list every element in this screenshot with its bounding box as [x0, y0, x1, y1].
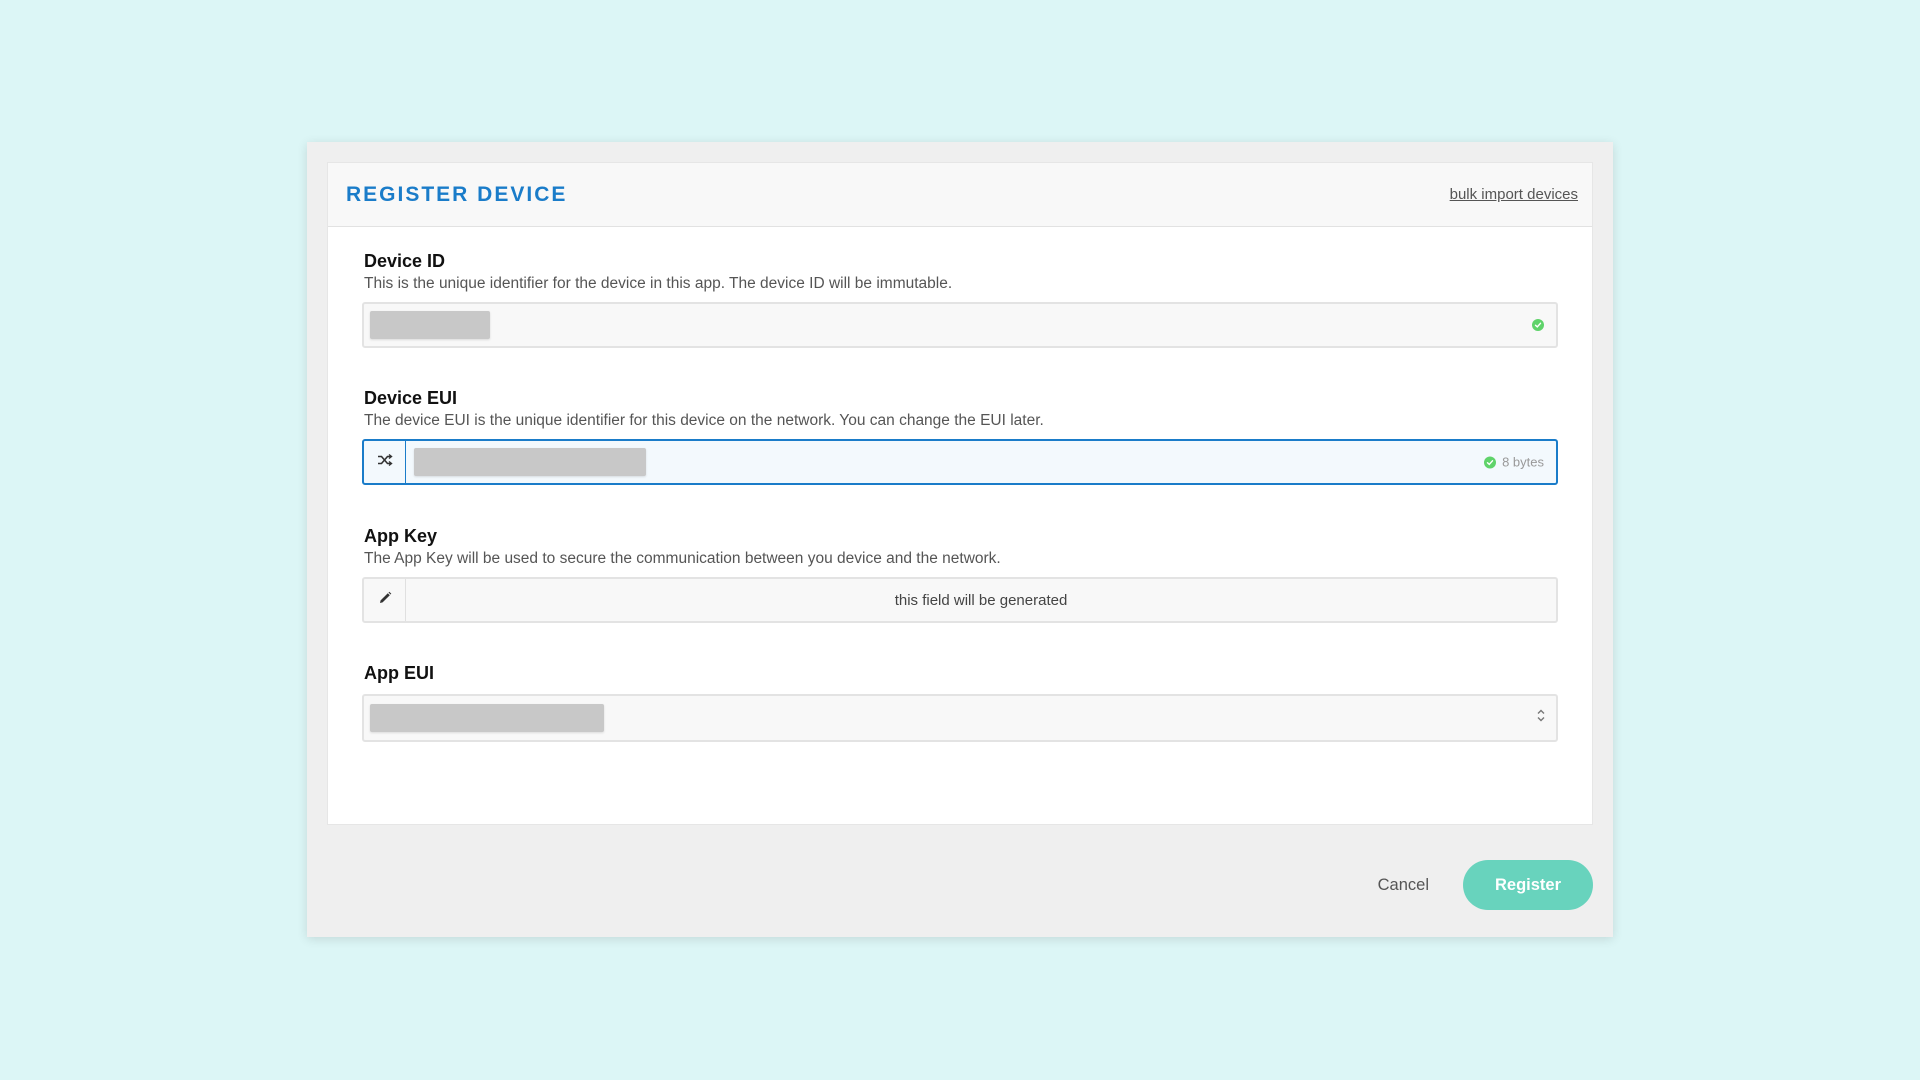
app-eui-field: App EUI: [362, 663, 1558, 742]
randomize-eui-button[interactable]: [364, 441, 406, 483]
app-eui-select[interactable]: [362, 694, 1558, 742]
byte-size-hint: 8 bytes: [1502, 454, 1544, 470]
device-id-field: Device ID This is the unique identifier …: [362, 251, 1558, 348]
device-eui-input[interactable]: 8 bytes: [362, 439, 1558, 485]
register-device-dialog: REGISTER DEVICE bulk import devices Devi…: [307, 142, 1613, 937]
app-key-description: The App Key will be used to secure the c…: [364, 550, 1001, 567]
app-key-input[interactable]: this field will be generated: [362, 577, 1558, 623]
device-id-description: This is the unique identifier for the de…: [364, 275, 953, 292]
device-id-status: [1532, 319, 1544, 331]
cancel-button[interactable]: Cancel: [1378, 876, 1429, 895]
device-eui-field: Device EUI The device EUI is the unique …: [362, 388, 1558, 485]
pencil-icon: [378, 591, 392, 610]
device-eui-value-redacted: [414, 448, 646, 476]
shuffle-icon: [377, 453, 393, 472]
page-title: REGISTER DEVICE: [346, 182, 568, 206]
app-key-label: App Key: [364, 526, 438, 546]
check-circle-icon: [1532, 319, 1544, 331]
device-eui-description: The device EUI is the unique identifier …: [364, 412, 1044, 429]
bulk-import-link[interactable]: bulk import devices: [1450, 186, 1578, 203]
select-arrows-icon: [1536, 708, 1546, 729]
register-button[interactable]: Register: [1463, 860, 1593, 910]
device-id-label: Device ID: [364, 251, 446, 271]
device-eui-label: Device EUI: [364, 388, 458, 408]
app-eui-label: App EUI: [364, 663, 434, 683]
device-id-value-redacted: [370, 311, 490, 339]
check-circle-icon: [1484, 456, 1497, 468]
app-key-generated-text: this field will be generated: [894, 591, 1068, 609]
edit-app-key-button[interactable]: [364, 579, 406, 621]
device-eui-status: 8 bytes: [1484, 455, 1544, 470]
app-eui-value-redacted: [370, 704, 604, 732]
dialog-actions: Cancel Register: [1378, 860, 1593, 910]
card-header: REGISTER DEVICE bulk import devices: [328, 163, 1592, 227]
register-device-card: REGISTER DEVICE bulk import devices Devi…: [327, 162, 1593, 825]
device-id-input[interactable]: [362, 302, 1558, 348]
app-key-field: App Key The App Key will be used to secu…: [362, 526, 1558, 623]
